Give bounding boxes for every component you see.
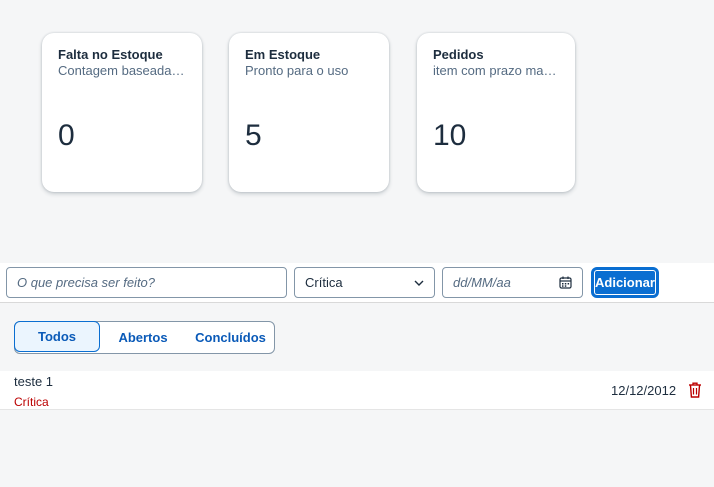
task-priority: Crítica (14, 395, 49, 409)
card-title: Em Estoque (245, 47, 321, 62)
filter-tab-open[interactable]: Abertos (99, 322, 187, 353)
card-subtitle: Contagem baseada … (58, 63, 186, 78)
task-input[interactable]: O que precisa ser feito? (6, 267, 287, 298)
task-date: 12/12/2012 (611, 383, 677, 398)
priority-select-value: Crítica (305, 275, 343, 290)
card-value: 5 (245, 119, 262, 152)
trash-icon[interactable] (688, 382, 702, 398)
task-input-placeholder: O que precisa ser feito? (17, 275, 156, 290)
status-filter: Todos Abertos Concluídos (14, 321, 275, 354)
kpi-card-in-stock[interactable]: Em Estoque Pronto para o uso 5 (229, 33, 389, 192)
card-title: Pedidos (433, 47, 484, 62)
task-row[interactable]: teste 1 Crítica 12/12/2012 (0, 371, 714, 410)
date-input[interactable]: dd/MM/aa (442, 267, 583, 298)
card-subtitle: Pronto para o uso (245, 63, 349, 78)
calendar-icon[interactable] (559, 276, 572, 289)
priority-select[interactable]: Crítica (294, 267, 435, 298)
card-title: Falta no Estoque (58, 47, 163, 62)
task-toolbar: O que precisa ser feito? Crítica dd/MM/a… (0, 263, 714, 303)
card-value: 0 (58, 119, 75, 152)
filter-tab-done[interactable]: Concluídos (187, 322, 274, 353)
filter-tab-all[interactable]: Todos (14, 321, 100, 352)
chevron-down-icon (414, 280, 424, 286)
task-name: teste 1 (14, 374, 54, 389)
card-subtitle: item com prazo mar… (433, 63, 559, 78)
date-input-placeholder: dd/MM/aa (453, 275, 511, 290)
kpi-card-orders[interactable]: Pedidos item com prazo mar… 10 (417, 33, 575, 192)
kpi-card-out-of-stock[interactable]: Falta no Estoque Contagem baseada … 0 (42, 33, 202, 192)
card-value: 10 (433, 119, 467, 152)
add-task-button[interactable]: Adicionar (591, 267, 659, 298)
